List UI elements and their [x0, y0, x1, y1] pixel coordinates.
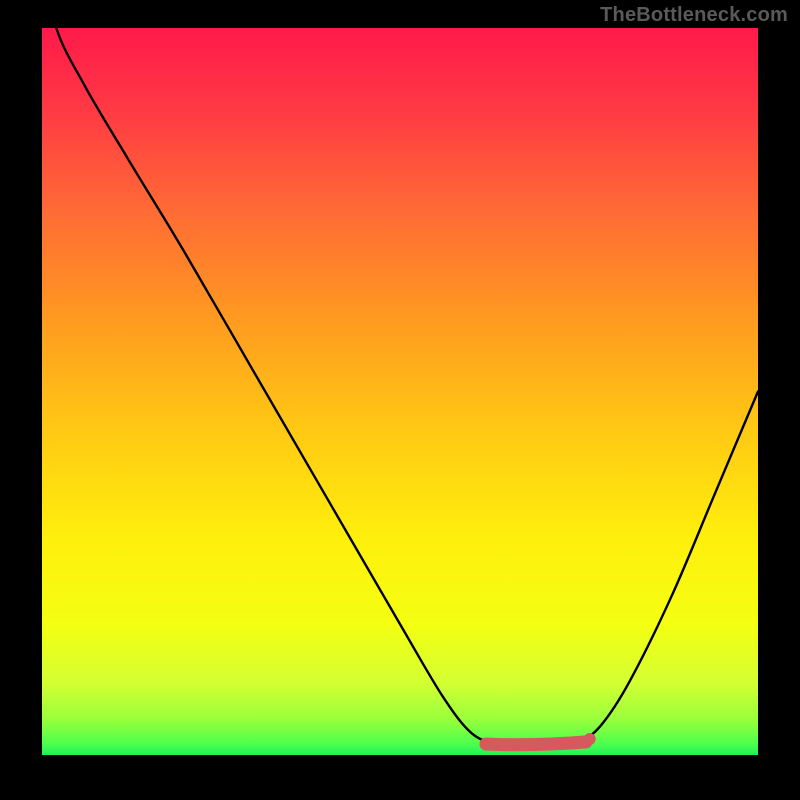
watermark-text: TheBottleneck.com [600, 4, 788, 27]
chart-frame: { "watermark": "TheBottleneck.com", "plo… [0, 0, 800, 800]
highlight-flat-region [486, 742, 586, 745]
chart-svg [0, 0, 800, 800]
plot-area [42, 28, 758, 755]
highlight-dot [584, 733, 596, 745]
